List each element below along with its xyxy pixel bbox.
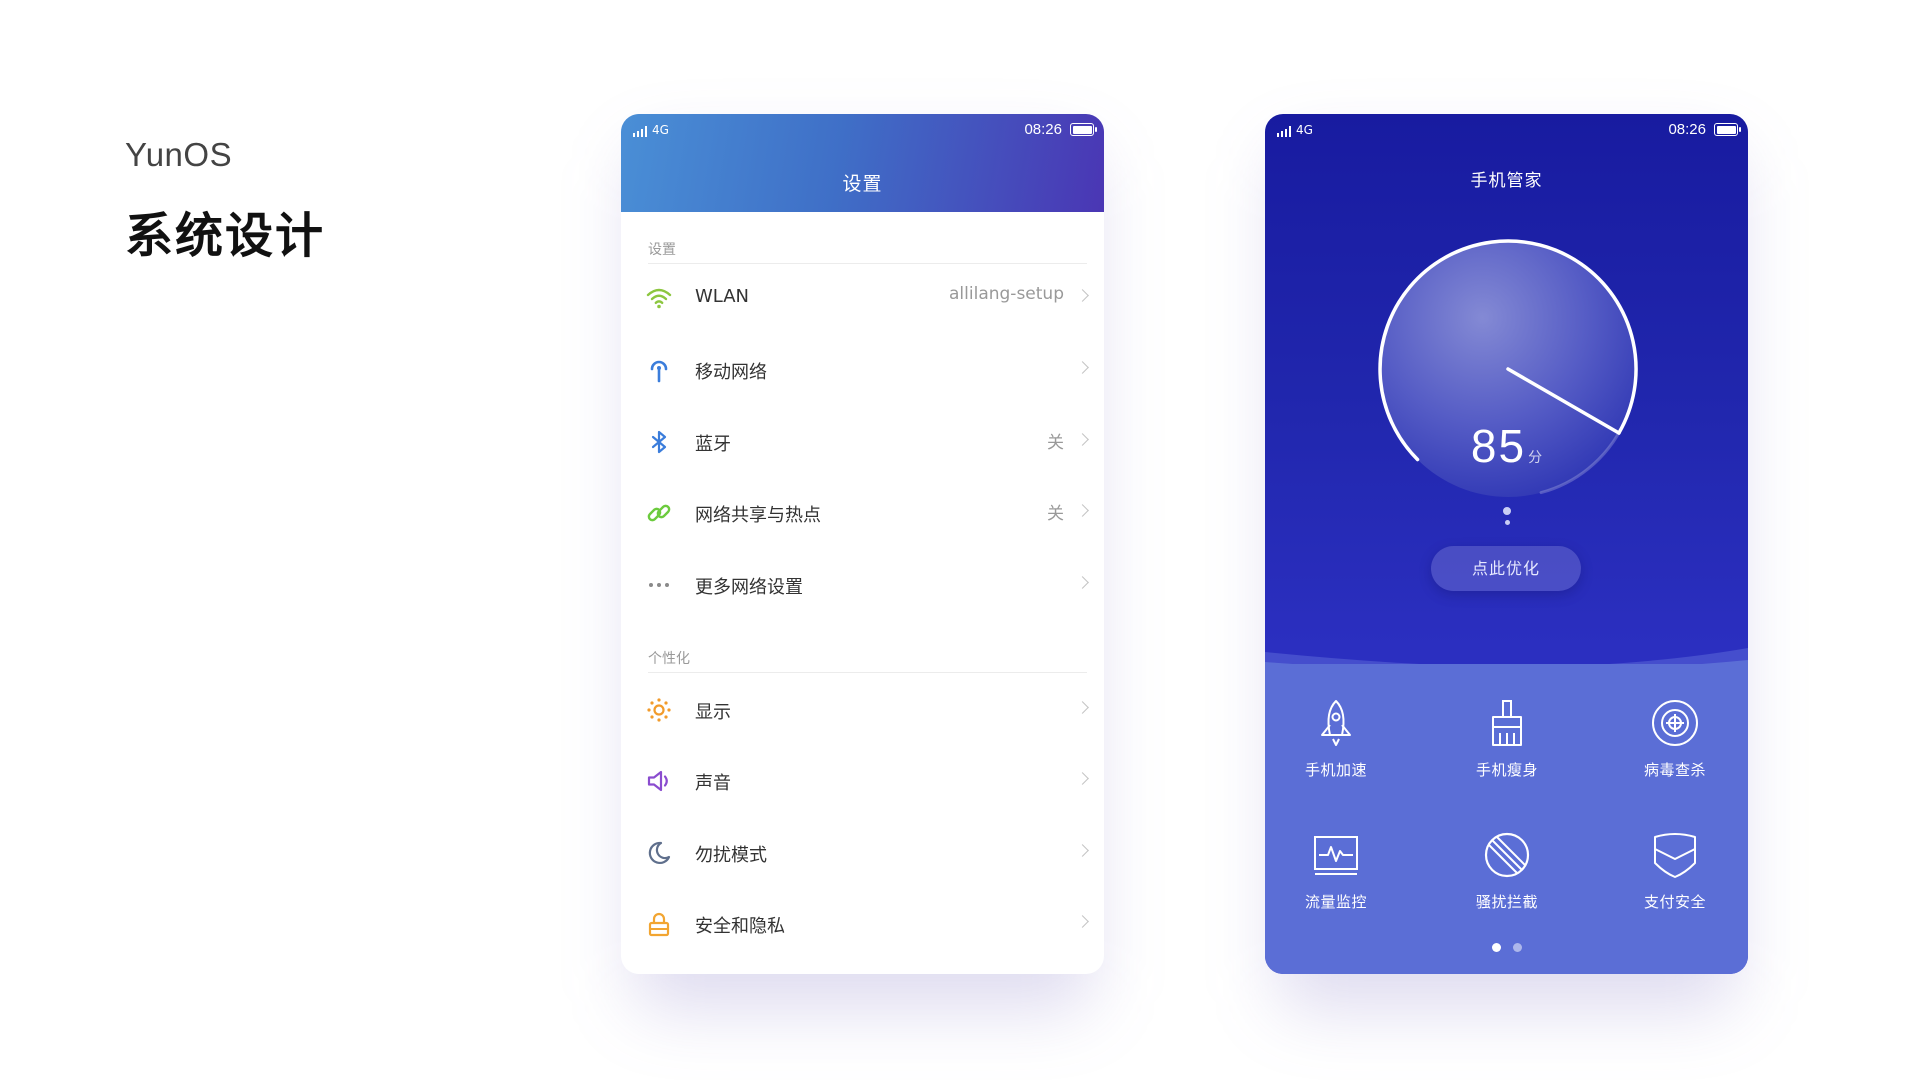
- more-dots-icon: [649, 583, 669, 587]
- page-dot[interactable]: [1491, 943, 1501, 952]
- row-value: 关: [1047, 504, 1064, 524]
- chevron-right-icon: [1076, 504, 1089, 517]
- row-label: 显示: [695, 702, 731, 723]
- row-value: 关: [1047, 433, 1064, 453]
- tool-label: 支付安全: [1643, 893, 1706, 911]
- section-divider: [648, 672, 1087, 673]
- section-divider: [648, 263, 1087, 264]
- status-time: 08:26: [1024, 121, 1062, 138]
- settings-row-more-network[interactable]: 更多网络设置: [621, 555, 1104, 613]
- traffic-monitor-icon: [1314, 836, 1358, 875]
- rocket-icon: [1321, 700, 1351, 746]
- tool-label: 流量监控: [1304, 893, 1367, 911]
- moon-icon: [648, 841, 671, 864]
- tool-label: 手机加速: [1304, 761, 1367, 779]
- link-icon: [647, 504, 671, 522]
- score-unit: 分: [1528, 449, 1543, 465]
- settings-phone: 4G 08:26 设置 设置 WLAN allilang-setup 移动网络: [621, 114, 1104, 974]
- battery-icon: [1714, 123, 1741, 136]
- status-time: 08:26: [1668, 121, 1706, 138]
- page-headline: 系统设计: [125, 208, 326, 264]
- scroll-hint-dots: [1503, 507, 1511, 530]
- brightness-icon: [647, 698, 671, 722]
- wifi-icon: [646, 288, 672, 309]
- score-value: 85: [1470, 420, 1527, 472]
- row-label: 安全和隐私: [695, 916, 785, 937]
- tool-label: 手机瘦身: [1475, 761, 1538, 779]
- row-label: 移动网络: [695, 362, 767, 383]
- settings-row-wlan[interactable]: WLAN allilang-setup: [621, 268, 1104, 326]
- chevron-right-icon: [1076, 576, 1089, 589]
- chevron-right-icon: [1076, 289, 1089, 302]
- status-bar: 4G 08:26: [621, 114, 1104, 146]
- row-label: 更多网络设置: [695, 577, 803, 598]
- status-bar: 4G 08:26: [1265, 114, 1748, 146]
- antenna-icon: [650, 360, 668, 383]
- block-icon: [1484, 832, 1530, 878]
- manager-phone: 4G 08:26 手机管家 85 分 点此优化 手机加速 手机瘦身 病毒查杀 流…: [1265, 114, 1748, 974]
- chevron-right-icon: [1076, 772, 1089, 785]
- row-label: 网络共享与热点: [695, 505, 821, 526]
- virus-scan-icon: [1652, 700, 1698, 746]
- settings-row-sound[interactable]: 声音: [621, 751, 1104, 809]
- optimize-button[interactable]: 点此优化: [1431, 546, 1581, 591]
- settings-row-mobile-network[interactable]: 移动网络: [621, 340, 1104, 398]
- signal-indicator: 4G: [1277, 123, 1313, 137]
- tool-cleanup[interactable]: 手机瘦身: [1447, 697, 1567, 780]
- battery-icon: [1070, 123, 1097, 136]
- signal-bars-icon: [1277, 126, 1291, 137]
- lock-icon: [648, 912, 670, 937]
- signal-bars-icon: [633, 126, 647, 137]
- settings-header: 4G 08:26 设置: [621, 114, 1104, 212]
- row-label: 声音: [695, 773, 731, 794]
- row-label: WLAN: [695, 286, 750, 307]
- settings-row-display[interactable]: 显示: [621, 680, 1104, 738]
- chevron-right-icon: [1076, 361, 1089, 374]
- signal-indicator: 4G: [633, 123, 669, 137]
- settings-row-do-not-disturb[interactable]: 勿扰模式: [621, 823, 1104, 881]
- section-label-personalization: 个性化: [648, 651, 690, 667]
- settings-row-bluetooth[interactable]: 蓝牙 关: [621, 412, 1104, 470]
- score-display: 85 分: [1265, 419, 1748, 473]
- speaker-icon: [647, 770, 668, 792]
- tool-speed-up[interactable]: 手机加速: [1276, 697, 1396, 780]
- chevron-right-icon: [1076, 433, 1089, 446]
- settings-row-hotspot[interactable]: 网络共享与热点 关: [621, 483, 1104, 541]
- page-title: 手机管家: [1470, 171, 1543, 191]
- chevron-right-icon: [1076, 844, 1089, 857]
- row-value: allilang-setup: [949, 284, 1064, 304]
- tool-label: 病毒查杀: [1643, 761, 1706, 779]
- chevron-right-icon: [1076, 915, 1089, 928]
- row-label: 蓝牙: [695, 434, 731, 455]
- page-indicator: [1265, 943, 1748, 952]
- chevron-right-icon: [1076, 701, 1089, 714]
- broom-icon: [1492, 700, 1522, 746]
- bluetooth-icon: [651, 430, 667, 454]
- network-type: 4G: [652, 123, 669, 137]
- settings-row-security[interactable]: 安全和隐私: [621, 894, 1104, 952]
- tool-payment-security[interactable]: 支付安全: [1615, 829, 1735, 912]
- tool-virus-scan[interactable]: 病毒查杀: [1615, 697, 1735, 780]
- brand-title: YunOS: [125, 136, 233, 173]
- section-label-settings: 设置: [648, 242, 676, 258]
- network-type: 4G: [1296, 123, 1313, 137]
- page-dot[interactable]: [1512, 943, 1522, 952]
- row-label: 勿扰模式: [695, 845, 767, 866]
- tool-block-harassment[interactable]: 骚扰拦截: [1447, 829, 1567, 912]
- tool-label: 骚扰拦截: [1475, 893, 1538, 911]
- tool-traffic-monitor[interactable]: 流量监控: [1276, 829, 1396, 912]
- shield-icon: [1654, 833, 1696, 878]
- page-title: 设置: [842, 173, 883, 195]
